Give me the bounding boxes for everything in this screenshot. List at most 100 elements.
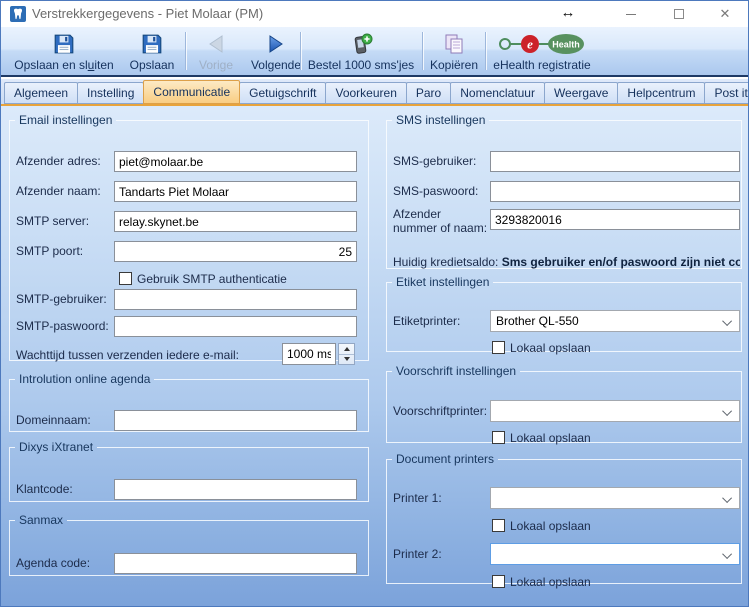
etiketprinter-label: Etiketprinter: [393, 314, 461, 328]
smtp-auth-checkbox[interactable] [119, 272, 132, 285]
close-button[interactable]: ✕ [710, 1, 740, 27]
voorschriftprinter-label: Voorschriftprinter: [393, 404, 488, 418]
toolbar-separator [422, 32, 423, 70]
agenda-code-label: Agenda code: [16, 556, 91, 570]
window-title: Verstrekkergegevens - Piet Molaar (PM) [32, 6, 264, 21]
minimize-button[interactable] [616, 1, 646, 27]
arrow-left-icon [204, 30, 228, 58]
group-title: Introlution online agenda [19, 372, 151, 386]
sms-paswoord-field[interactable] [490, 181, 740, 202]
resize-cursor-icon: ↔ [560, 4, 576, 21]
ehealth-logo-icon: e Health [497, 30, 587, 58]
smtp-poort-field[interactable] [114, 241, 357, 262]
group-title: Sanmax [19, 513, 64, 527]
kredietsaldo-status: Huidig kredietsaldo: Sms gebruiker en/of… [393, 255, 740, 269]
save-and-close-label: Opslaan en sluiten [14, 58, 114, 72]
tab-instelling[interactable]: Instelling [77, 82, 145, 104]
etiketprinter-dropdown[interactable]: Brother QL-550 [490, 310, 740, 332]
previous-label: Vorige [198, 58, 234, 72]
tab-weergave[interactable]: Weergave [543, 82, 619, 104]
save-button[interactable]: Opslaan [123, 29, 181, 73]
toolbar-separator [485, 32, 486, 70]
tab-voorkeuren[interactable]: Voorkeuren [325, 82, 407, 104]
smtp-auth-label[interactable]: Gebruik SMTP authenticatie [137, 272, 287, 286]
voorschrift-lokaal-opslaan-label[interactable]: Lokaal opslaan [510, 431, 591, 445]
smtp-poort-label: SMTP poort: [16, 244, 84, 258]
group-sanmax: Sanmax Agenda code: [9, 513, 369, 576]
tab-strip: Algemeen Instelling Communicatie Getuigs… [1, 79, 748, 106]
smtp-gebruiker-field[interactable] [114, 289, 357, 310]
etiket-lokaal-opslaan-label[interactable]: Lokaal opslaan [510, 341, 591, 355]
spin-down-button[interactable] [339, 353, 354, 365]
tab-nomenclatuur[interactable]: Nomenclatuur [450, 82, 545, 104]
group-title: Email instellingen [19, 113, 113, 127]
chevron-down-icon [722, 549, 733, 560]
tab-algemeen[interactable]: Algemeen [4, 82, 79, 104]
afzender-adres-field[interactable] [114, 151, 357, 172]
afzender-naam-field[interactable] [114, 181, 357, 202]
group-document-printers: Document printers Printer 1: Lokaal opsl… [386, 452, 742, 589]
chevron-down-icon [722, 316, 733, 327]
spin-up-button[interactable] [339, 344, 354, 354]
domeinnaam-field[interactable] [114, 410, 357, 431]
window-verstrekkergegevens: Verstrekkergegevens - Piet Molaar (PM) ↔… [0, 0, 749, 607]
group-email-instellingen: Email instellingen Afzender adres: Afzen… [9, 113, 369, 365]
etiket-lokaal-opslaan-checkbox[interactable] [492, 341, 505, 354]
printer2-lokaal-opslaan-checkbox[interactable] [492, 575, 505, 588]
voorschriftprinter-dropdown[interactable] [490, 400, 740, 422]
copy-icon [443, 30, 465, 58]
printer1-dropdown[interactable] [490, 487, 740, 509]
spin-up-icon [343, 346, 350, 351]
order-sms-button[interactable]: Bestel 1000 sms'jes [304, 29, 418, 73]
tab-helpcentrum[interactable]: Helpcentrum [617, 82, 706, 104]
group-etiket-instellingen: Etiket instellingen Etiketprinter: Broth… [386, 275, 742, 355]
svg-text:e: e [527, 37, 533, 52]
printer2-lokaal-opslaan-label[interactable]: Lokaal opslaan [510, 575, 591, 589]
printer1-lokaal-opslaan-checkbox[interactable] [492, 519, 505, 532]
communicatie-panel: Email instellingen Afzender adres: Afzen… [1, 106, 748, 606]
wachttijd-field[interactable] [282, 343, 336, 365]
printer2-dropdown[interactable] [490, 543, 740, 565]
next-label: Volgende [250, 58, 302, 72]
sms-gebruiker-field[interactable] [490, 151, 740, 172]
smtp-paswoord-field[interactable] [114, 316, 357, 337]
arrow-right-icon [264, 30, 288, 58]
next-button[interactable]: Volgende [244, 29, 308, 73]
title-bar[interactable]: Verstrekkergegevens - Piet Molaar (PM) ↔… [1, 1, 748, 27]
save-and-close-button[interactable]: Opslaan en sluiten [7, 29, 121, 73]
printer2-label: Printer 2: [393, 547, 442, 561]
toolbar-separator [300, 32, 301, 70]
group-title: Etiket instellingen [396, 275, 490, 289]
maximize-button[interactable] [664, 1, 694, 27]
close-icon: ✕ [719, 6, 731, 21]
printer1-lokaal-opslaan-label[interactable]: Lokaal opslaan [510, 519, 591, 533]
etiketprinter-value: Brother QL-550 [496, 314, 579, 328]
chevron-down-icon [722, 406, 733, 417]
previous-button[interactable]: Vorige [190, 29, 242, 73]
klantcode-field[interactable] [114, 479, 357, 500]
spin-down-icon [343, 357, 350, 362]
copy-label: Kopiëren [429, 58, 479, 72]
ehealth-registration-button[interactable]: e Health eHealth registratie [489, 29, 595, 73]
tab-getuigschrift[interactable]: Getuigschrift [239, 82, 327, 104]
smtp-server-field[interactable] [114, 211, 357, 232]
chevron-down-icon [722, 493, 733, 504]
group-title: Document printers [396, 452, 495, 466]
sms-paswoord-label: SMS-paswoord: [393, 184, 479, 198]
agenda-code-field[interactable] [114, 553, 357, 574]
copy-button[interactable]: Kopiëren [426, 29, 482, 73]
afzender-naam-label: Afzender naam: [16, 184, 101, 198]
sms-gebruiker-label: SMS-gebruiker: [393, 154, 477, 168]
group-title: Dixys iXtranet [19, 440, 94, 454]
toolbar: Opslaan en sluiten Opslaan Vorige Volgen… [1, 27, 748, 77]
kredietsaldo-value: Sms gebruiker en/of paswoord zijn niet c… [501, 255, 740, 269]
tab-paro[interactable]: Paro [405, 82, 452, 104]
voorschrift-lokaal-opslaan-checkbox[interactable] [492, 431, 505, 444]
smtp-server-label: SMTP server: [16, 214, 90, 228]
afzender-nummer-field[interactable] [490, 209, 740, 230]
tab-post-it[interactable]: Post it [704, 82, 748, 104]
tab-communicatie[interactable]: Communicatie [143, 80, 241, 104]
save-label: Opslaan [129, 58, 175, 72]
group-voorschrift-instellingen: Voorschrift instellingen Voorschriftprin… [386, 364, 742, 445]
domeinnaam-label: Domeinnaam: [16, 413, 91, 427]
